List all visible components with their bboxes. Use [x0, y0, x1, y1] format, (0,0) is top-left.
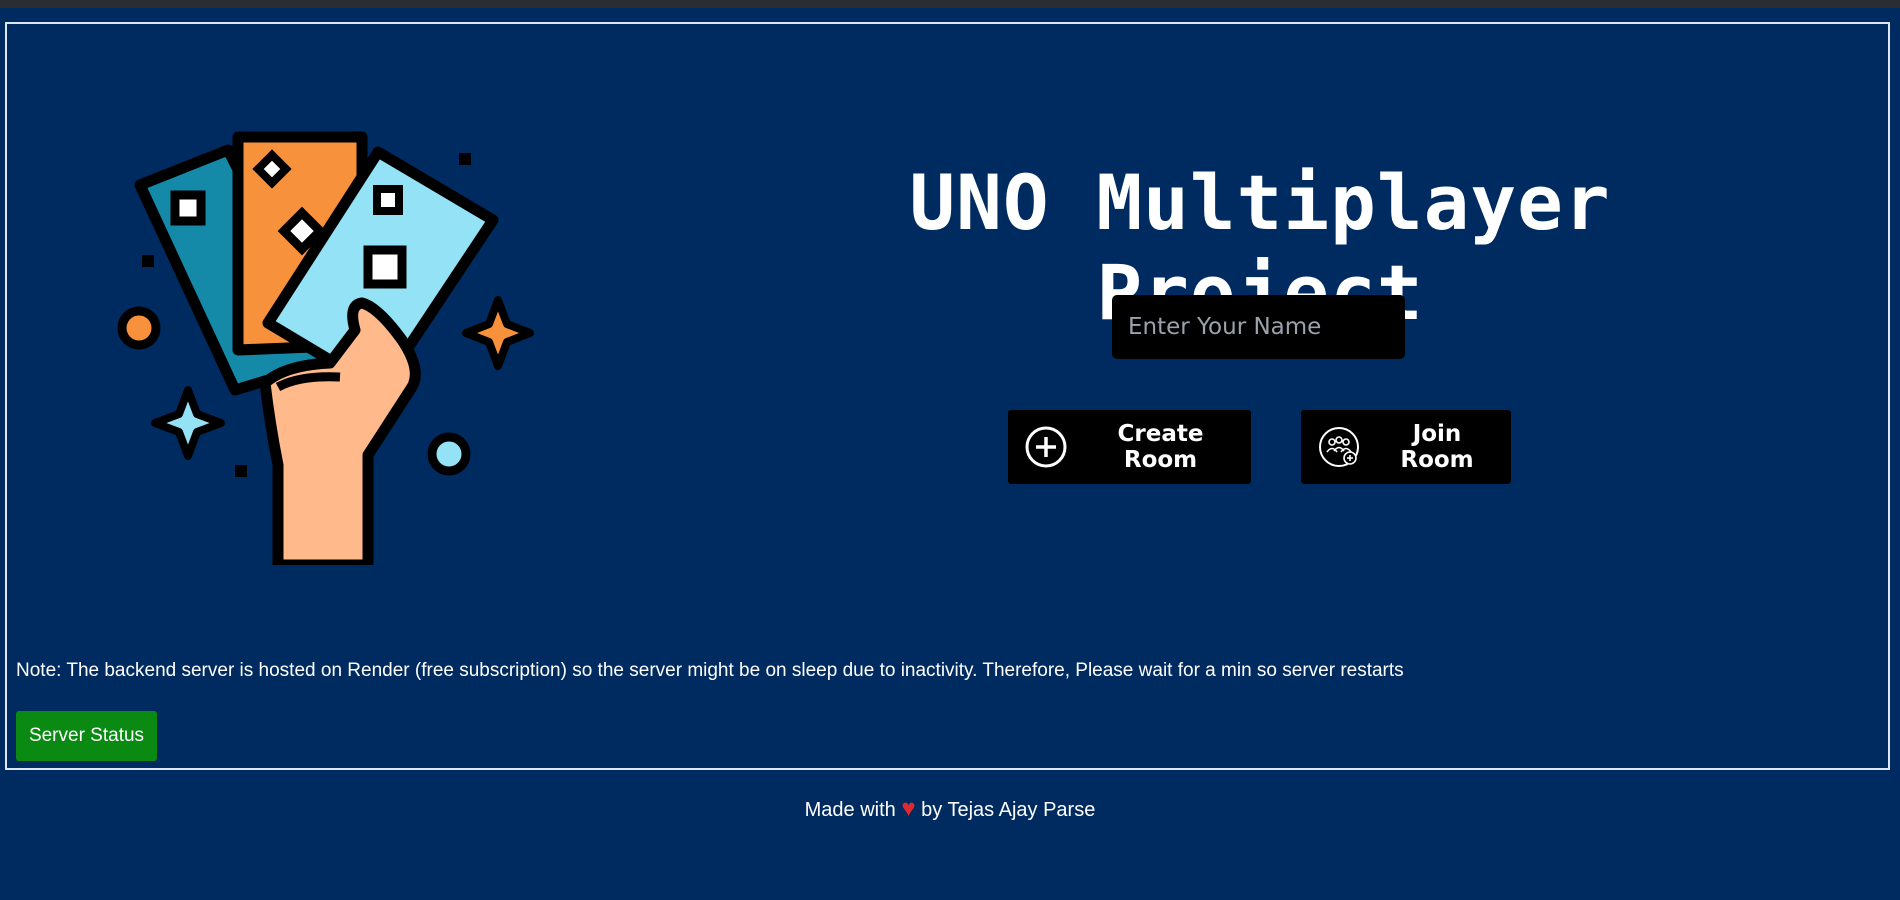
join-room-label: Join Room — [1400, 421, 1474, 473]
name-input[interactable] — [1112, 295, 1405, 359]
join-room-button[interactable]: Join Room — [1301, 410, 1511, 484]
create-room-label: Create Room — [1117, 421, 1204, 473]
server-note: Note: The backend server is hosted on Re… — [16, 660, 1404, 681]
footer-author: by Tejas Ajay Parse — [921, 799, 1096, 821]
browser-top-strip — [0, 0, 1900, 8]
footer-prefix: Made with — [804, 799, 896, 821]
group-add-icon — [1317, 425, 1361, 469]
plus-circle-icon — [1024, 425, 1068, 469]
heart-icon: ♥ — [901, 795, 916, 822]
footer: Made with ♥ by Tejas Ajay Parse — [0, 795, 1900, 823]
create-room-button[interactable]: Create Room — [1008, 410, 1251, 484]
hand-holding-cards-illustration — [110, 125, 550, 571]
server-status-button[interactable]: Server Status — [16, 711, 157, 761]
